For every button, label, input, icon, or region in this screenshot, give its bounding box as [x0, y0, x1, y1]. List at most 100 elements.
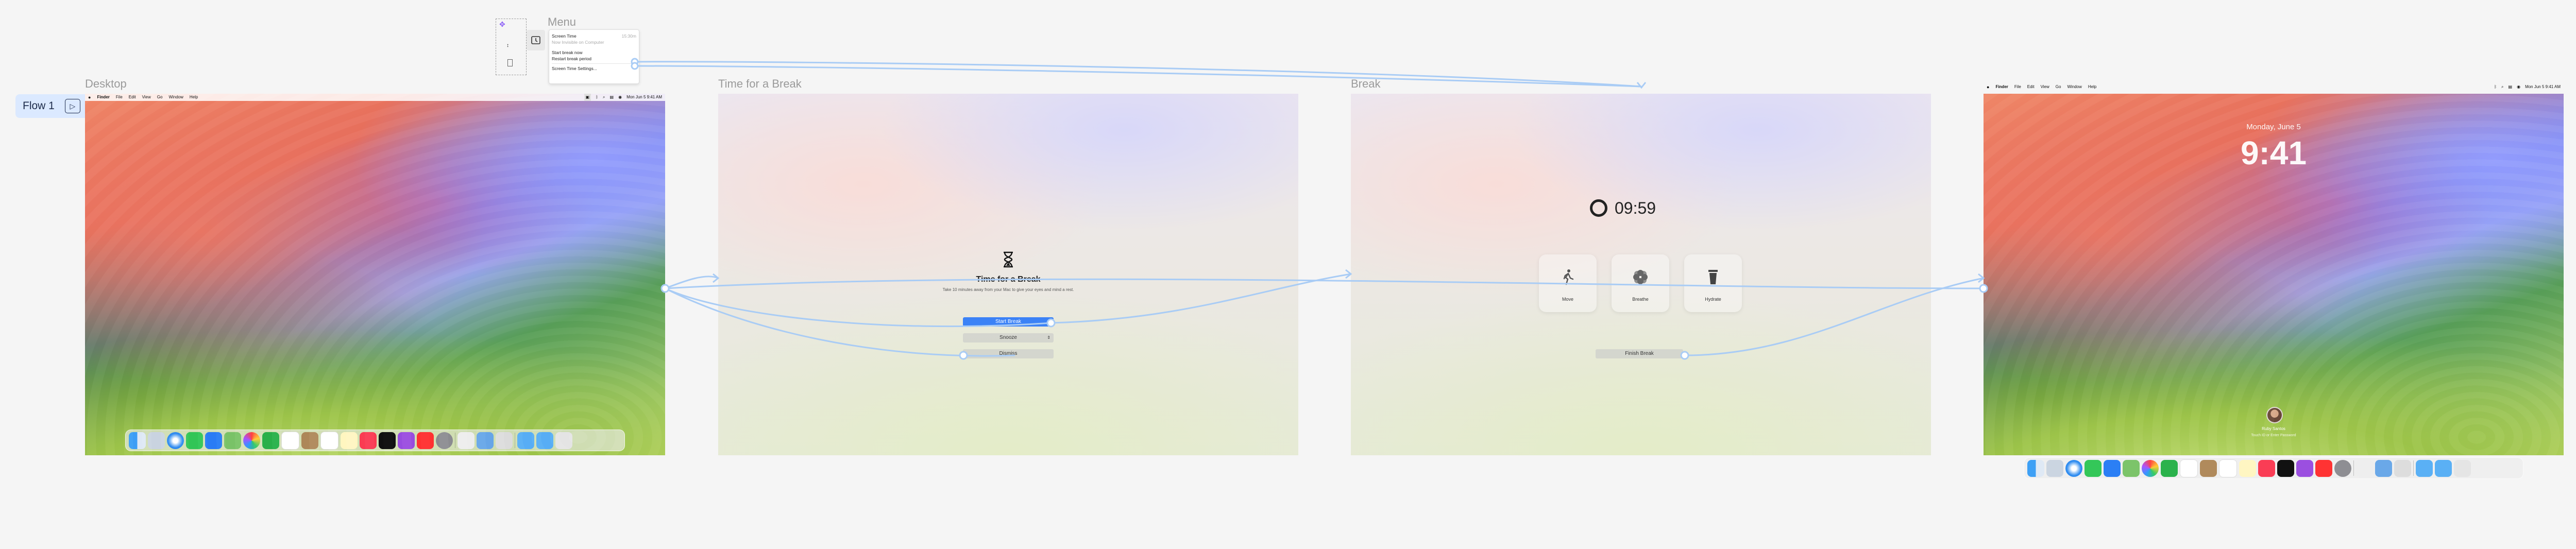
dock-separator	[2353, 460, 2354, 476]
menu-item-screen-time[interactable]: Screen Time 15:30m	[549, 33, 639, 39]
preview-icon[interactable]	[477, 432, 494, 449]
menu-help[interactable]: Help	[190, 94, 198, 101]
pencil-icon[interactable]	[457, 432, 474, 449]
time-for-break-frame: Time for a Break Take 10 minutes away fr…	[718, 94, 1298, 455]
tv-icon[interactable]	[2277, 459, 2294, 477]
podcasts-icon[interactable]	[398, 432, 415, 449]
finder-icon[interactable]	[129, 432, 146, 449]
snooze-select[interactable]: Snooze ⇕	[963, 333, 1054, 342]
tile-hydrate[interactable]: Hydrate	[1684, 254, 1742, 312]
bluetooth-icon[interactable]: ᛒ	[596, 94, 598, 101]
contacts-icon[interactable]	[301, 432, 318, 449]
tile-hydrate-label: Hydrate	[1705, 297, 1721, 302]
launchpad-icon[interactable]	[2046, 459, 2063, 477]
calendar-icon[interactable]	[281, 431, 299, 450]
tv-icon[interactable]	[379, 432, 396, 449]
downloads-icon[interactable]	[2435, 459, 2452, 477]
break-frame: 09:59 Move Breathe Hydrate Finish Break	[1351, 94, 1931, 455]
selector-dot: ↕	[506, 43, 509, 48]
pencil-icon[interactable]	[2356, 459, 2373, 477]
hourglass-icon	[1003, 251, 1014, 270]
tile-move[interactable]: Move	[1539, 254, 1597, 312]
maps-icon[interactable]	[2123, 459, 2140, 477]
maps-icon[interactable]	[224, 432, 241, 449]
search-icon[interactable]: ⌕	[603, 94, 605, 101]
menu-file[interactable]: File	[116, 94, 123, 101]
screenshot-icon[interactable]	[2394, 459, 2411, 477]
tile-breathe-label: Breathe	[1632, 297, 1649, 302]
menu-view[interactable]: View	[2041, 83, 2049, 91]
finder-icon[interactable]	[2027, 459, 2044, 477]
folder-icon[interactable]	[2416, 459, 2433, 477]
siri-icon[interactable]: ◉	[2517, 83, 2520, 91]
photos-icon[interactable]	[2142, 459, 2159, 477]
start-break-button[interactable]: Start Break	[963, 317, 1054, 327]
menu-file[interactable]: File	[2014, 83, 2021, 91]
mail-icon[interactable]	[2104, 459, 2121, 477]
folder-icon[interactable]	[517, 432, 534, 449]
walk-icon	[1563, 269, 1574, 285]
play-flow-icon[interactable]: ▷	[64, 99, 80, 113]
search-icon[interactable]: ⌕	[2501, 83, 2503, 91]
menu-item-invisible: Now Invisible on Computer	[552, 40, 604, 45]
menu-item-start-break[interactable]: Start break now	[549, 49, 639, 56]
lock-user-name: Ruby Santos	[2262, 426, 2285, 431]
settings-icon[interactable]	[436, 432, 453, 449]
menu-window[interactable]: Window	[168, 94, 183, 101]
screen-time-menu-icon[interactable]: ▣	[584, 94, 591, 101]
menu-go[interactable]: Go	[2056, 83, 2061, 91]
menu-window[interactable]: Window	[2067, 83, 2081, 91]
avatar[interactable]	[2266, 407, 2283, 423]
facetime-icon[interactable]	[2161, 459, 2178, 477]
menu-finder[interactable]: Finder	[97, 94, 109, 101]
notes-icon[interactable]	[2239, 459, 2256, 477]
menu-item-restart-break[interactable]: Restart break period	[549, 56, 639, 62]
trash-icon[interactable]	[2454, 459, 2471, 477]
messages-icon[interactable]	[186, 432, 203, 449]
dock-separator	[2413, 460, 2414, 476]
reminders-icon[interactable]	[320, 431, 338, 450]
trash-icon[interactable]	[555, 432, 572, 449]
screenshot-icon[interactable]	[496, 432, 513, 449]
safari-icon[interactable]	[167, 432, 184, 449]
menu-finder[interactable]: Finder	[1995, 83, 2008, 91]
contacts-icon[interactable]	[2200, 459, 2217, 477]
reminders-icon[interactable]	[2219, 459, 2237, 477]
messages-icon[interactable]	[2084, 459, 2102, 477]
mail-icon[interactable]	[205, 432, 222, 449]
launchpad-icon[interactable]	[148, 432, 165, 449]
lock-user-hint: Touch ID or Enter Password	[2251, 434, 2296, 437]
menu-view[interactable]: View	[142, 94, 151, 101]
menu-edit[interactable]: Edit	[2027, 83, 2035, 91]
finish-break-button[interactable]: Finish Break	[1596, 349, 1683, 358]
calendar-icon[interactable]	[2180, 459, 2198, 477]
downloads-icon[interactable]	[536, 432, 553, 449]
menu-edit[interactable]: Edit	[129, 94, 136, 101]
news-icon[interactable]	[417, 432, 434, 449]
tile-breathe[interactable]: Breathe	[1612, 254, 1669, 312]
menu-go[interactable]: Go	[157, 94, 163, 101]
apple-icon[interactable]: ●	[88, 94, 91, 101]
siri-icon[interactable]: ◉	[618, 94, 622, 101]
menu-item-settings[interactable]: Screen Time Settings...	[549, 65, 639, 72]
menu-help[interactable]: Help	[2088, 83, 2096, 91]
timer-ring-icon	[1590, 199, 1607, 217]
news-icon[interactable]	[2315, 459, 2332, 477]
facetime-icon[interactable]	[262, 432, 279, 449]
music-icon[interactable]	[2258, 459, 2275, 477]
preview-icon[interactable]	[2375, 459, 2392, 477]
menubar-extra-icon[interactable]	[527, 30, 545, 50]
dismiss-button[interactable]: Dismiss	[963, 349, 1054, 358]
settings-icon[interactable]	[2334, 459, 2351, 477]
control-center-icon[interactable]: ▤	[2509, 83, 2513, 91]
safari-icon[interactable]	[2065, 459, 2082, 477]
music-icon[interactable]	[360, 432, 377, 449]
photos-icon[interactable]	[243, 432, 260, 449]
control-center-icon[interactable]: ▤	[610, 94, 614, 101]
podcasts-icon[interactable]	[2296, 459, 2313, 477]
cup-icon	[1708, 270, 1718, 284]
small-box	[507, 59, 513, 66]
notes-icon[interactable]	[341, 432, 358, 449]
bluetooth-icon[interactable]: ᛒ	[2494, 83, 2497, 91]
apple-icon[interactable]: ●	[1987, 83, 1989, 91]
